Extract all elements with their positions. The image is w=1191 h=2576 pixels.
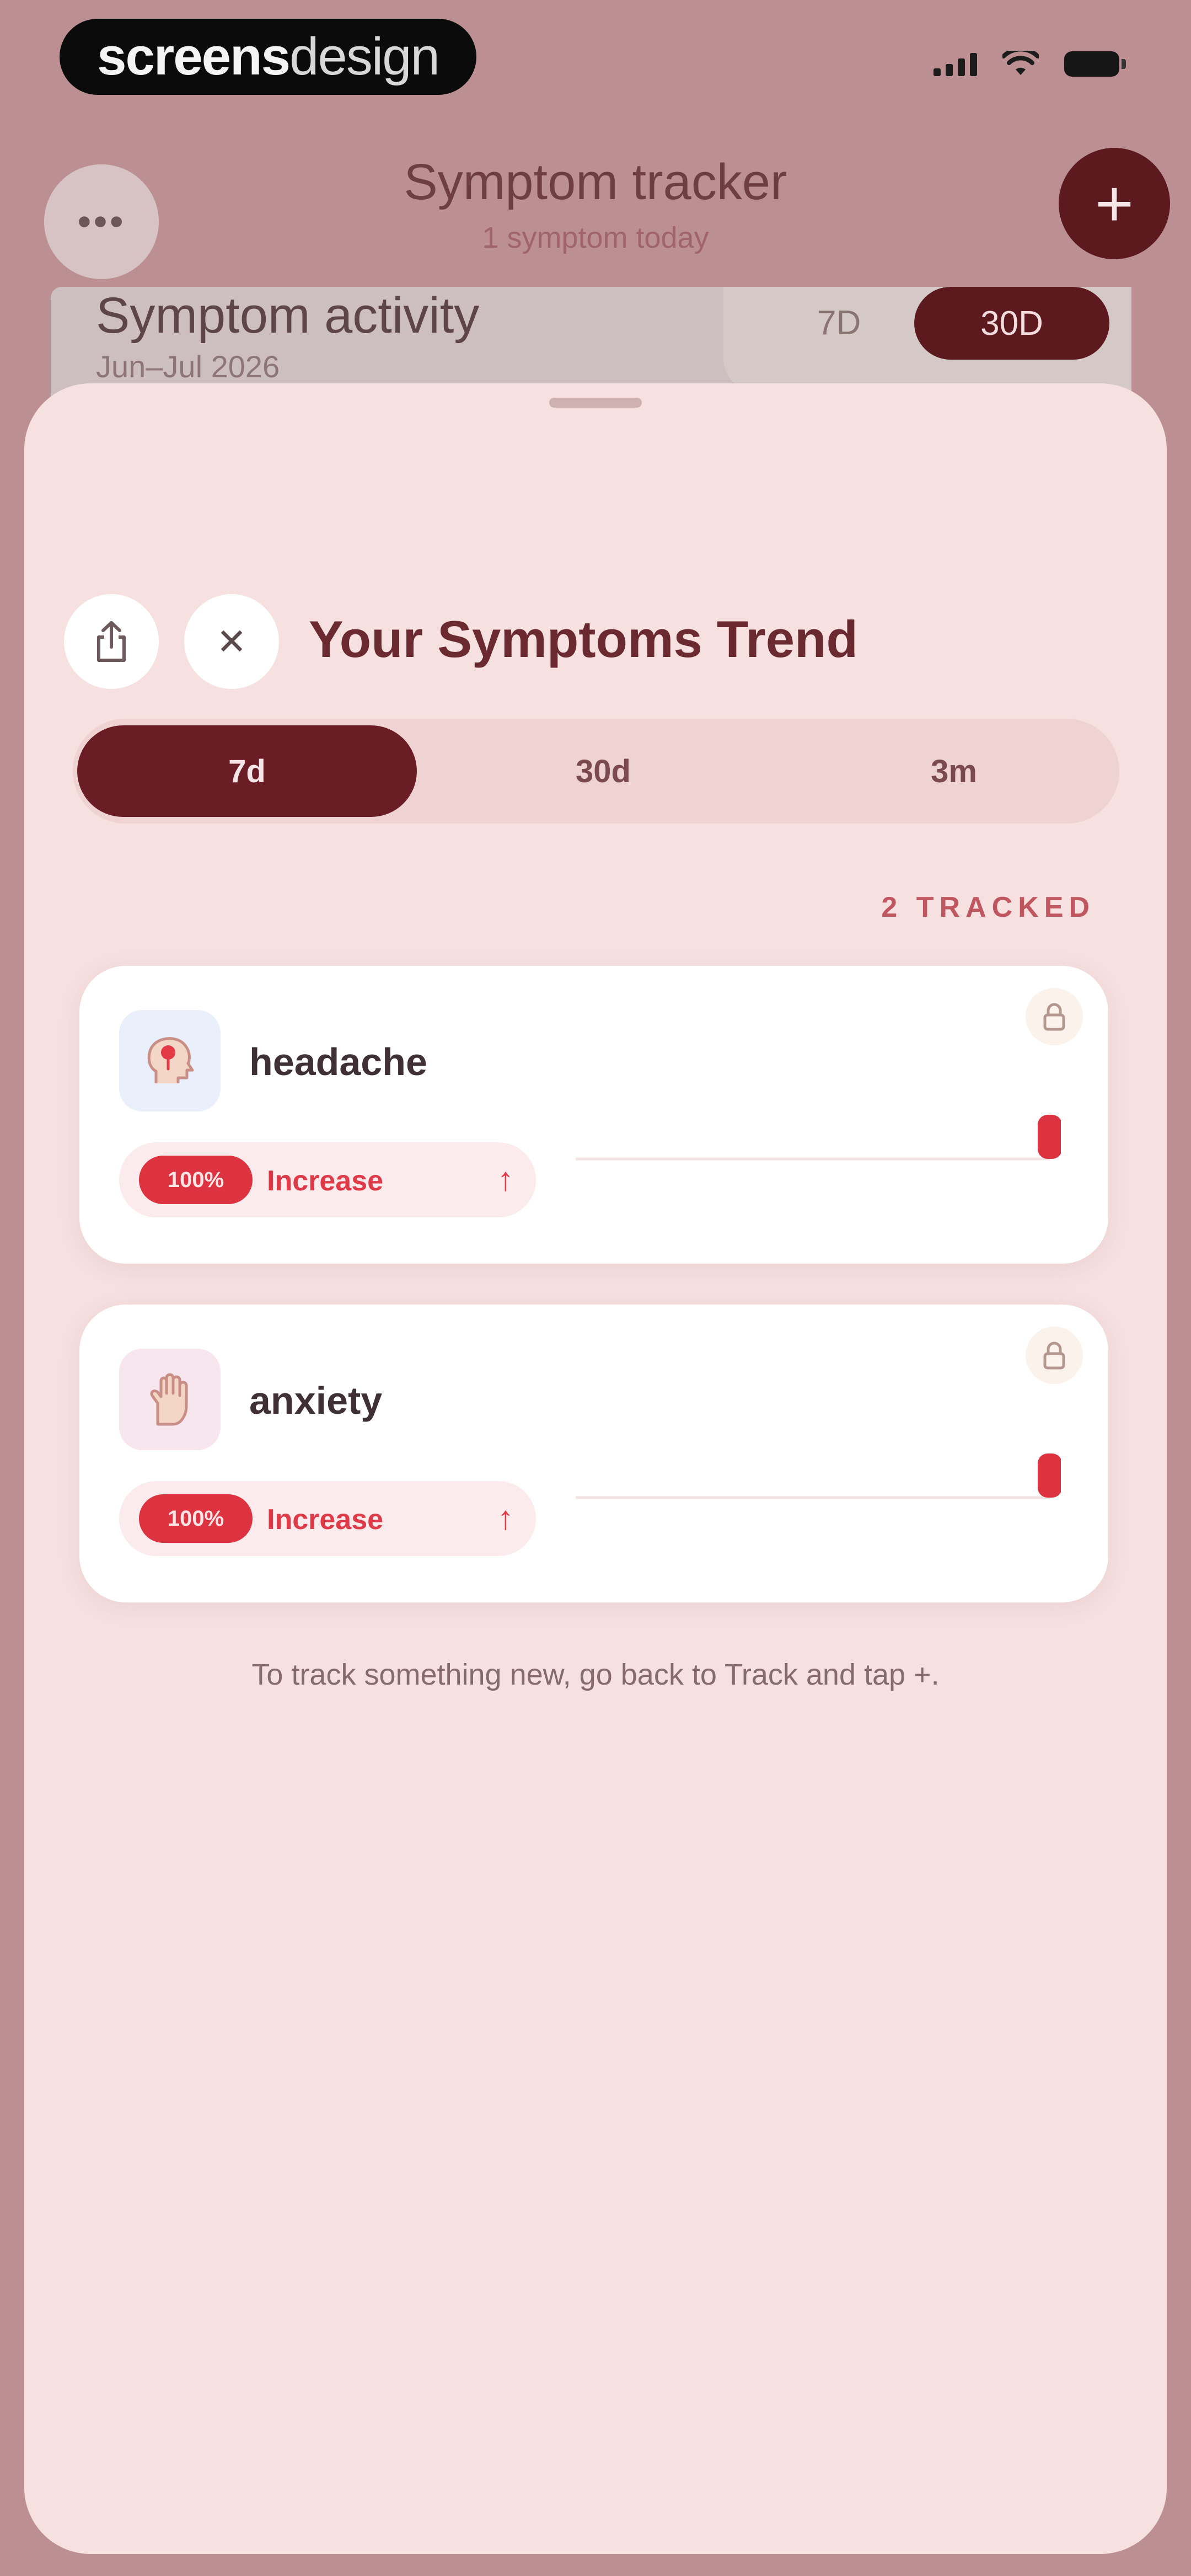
activity-title: Symptom activity — [96, 287, 480, 344]
app-screen: screens design ••• Symptom tracker 1 symp… — [0, 0, 1191, 2576]
share-icon — [97, 621, 126, 662]
battery-icon — [1064, 51, 1126, 77]
tracked-count: 2 TRACKED — [881, 891, 1095, 923]
trend-summary: 100% Increase ↑ — [119, 1481, 536, 1556]
hand-icon — [119, 1349, 221, 1450]
page-title: Symptom tracker — [404, 154, 787, 210]
symptom-name: headache — [249, 1040, 427, 1083]
sparkline-point — [1038, 1115, 1061, 1159]
head-icon — [119, 1010, 221, 1111]
lock-icon[interactable] — [1026, 1327, 1083, 1384]
range-7d-tab[interactable]: 7d — [77, 725, 417, 817]
symptom-card-headache[interactable]: headache 100% Increase ↑ — [79, 966, 1108, 1264]
percent-badge: 100% — [139, 1494, 253, 1543]
lock-icon[interactable] — [1026, 988, 1083, 1045]
sheet-title: Your Symptoms Trend — [309, 610, 858, 668]
range-selector: 7d 30d 3m — [73, 719, 1119, 824]
arrow-up-icon: ↑ — [497, 1161, 514, 1198]
share-button[interactable] — [64, 594, 159, 689]
range-30d-tab[interactable]: 30d — [433, 725, 773, 817]
sheet-grabber[interactable] — [549, 398, 642, 408]
close-icon: ✕ — [216, 621, 247, 662]
sparkline-point — [1038, 1453, 1061, 1498]
trend-sparkline — [576, 1453, 1061, 1499]
range-3m-tab[interactable]: 3m — [784, 725, 1124, 817]
trend-label: Increase — [267, 1504, 384, 1536]
status-icons — [934, 51, 1126, 77]
wifi-icon — [1002, 51, 1039, 75]
arrow-up-icon: ↑ — [497, 1499, 514, 1536]
footer-hint: To track something new, go back to Track… — [251, 1658, 940, 1691]
activity-range-30d[interactable]: 30D — [914, 287, 1109, 360]
trend-summary: 100% Increase ↑ — [119, 1142, 536, 1217]
activity-date-range: Jun–Jul 2026 — [96, 349, 280, 384]
trend-label: Increase — [267, 1165, 384, 1197]
activity-range-7d[interactable]: 7D — [817, 303, 861, 343]
symptom-name: anxiety — [249, 1379, 383, 1422]
page-subtitle: 1 symptom today — [482, 221, 709, 254]
trend-sparkline — [576, 1115, 1061, 1161]
activity-range-segment: 7D 30D — [723, 287, 1131, 392]
close-button[interactable]: ✕ — [184, 594, 279, 689]
signal-icon — [934, 52, 977, 76]
percent-badge: 100% — [139, 1156, 253, 1204]
brand-logo: screens design — [60, 19, 476, 95]
add-symptom-button[interactable]: + — [1059, 148, 1170, 259]
symptoms-trend-sheet: ✕ Your Symptoms Trend 7d 30d 3m 2 TRACKE… — [24, 383, 1167, 2554]
symptom-card-anxiety[interactable]: anxiety 100% Increase ↑ — [79, 1305, 1108, 1602]
